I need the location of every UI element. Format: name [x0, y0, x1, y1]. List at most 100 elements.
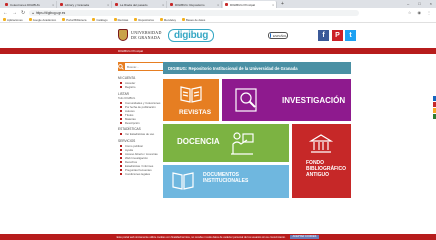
close-icon[interactable]: × — [107, 3, 109, 7]
tile-revistas[interactable]: REVISTAS — [163, 79, 219, 121]
close-window-icon[interactable]: × — [430, 1, 432, 6]
star-icon[interactable]: ☆ — [408, 10, 412, 15]
browser-tab[interactable]: La Riada del pasado × — [113, 1, 167, 8]
favicon-icon — [5, 3, 8, 6]
bullet-icon — [120, 113, 122, 116]
sidebar-item[interactable]: Ver Estadísticas de uso — [118, 132, 162, 136]
breadcrumb-bar: DIGIBUG Principal — [0, 48, 436, 54]
bullet-icon — [120, 86, 122, 88]
tile-label: REVISTAS — [179, 109, 212, 116]
favicon-icon — [225, 3, 228, 6]
tab-title: La Riada del pasado — [120, 2, 148, 7]
cookie-banner: Este portal web únicamente utiliza cooki… — [0, 234, 436, 240]
bookmark[interactable]: Google Académico — [28, 18, 56, 22]
minimize-icon[interactable]: – — [407, 1, 409, 6]
sidebar-item-label: Registro — [125, 85, 136, 89]
browser-tab[interactable]: Colecciones DIGIBUG × — [3, 1, 57, 8]
book-icon — [180, 86, 202, 103]
new-tab-button[interactable]: + — [281, 1, 284, 8]
favicon-icon — [115, 3, 118, 6]
bullet-icon — [120, 152, 122, 155]
bullet-icon — [120, 101, 122, 104]
extension-icon[interactable]: ◉ — [418, 10, 422, 15]
tab-title: DIGIBUG: Repositorio — [175, 2, 205, 7]
bookmark[interactable]: Revistas — [113, 17, 129, 22]
breadcrumb[interactable]: DIGIBUG Principal — [118, 48, 143, 54]
bookmark[interactable]: Repositorios — [134, 18, 154, 22]
bullet-icon — [120, 82, 122, 84]
bullet-icon — [120, 148, 122, 151]
tile-fondo-bibliografico[interactable]: FONDO BIBLIOGRÁFICO ANTIGUO — [292, 124, 351, 198]
close-icon[interactable]: × — [162, 3, 164, 7]
accept-cookies-button[interactable]: ACEPTAR COOKIES — [289, 235, 320, 239]
toolbar-icons: ☆ ◉ ⋮ — [408, 10, 431, 15]
pinterest-icon[interactable]: P — [332, 30, 343, 41]
university-crest-icon[interactable] — [118, 29, 128, 41]
digibug-logo[interactable]: digibug — [168, 29, 214, 42]
section-heading: Listar — [118, 91, 129, 96]
sidebar-item-label: Descripción — [125, 120, 140, 125]
section-heading: Mi cuenta — [118, 76, 136, 80]
bookmark[interactable]: Bases de datos — [182, 18, 205, 22]
bookmark[interactable]: Mendeley — [159, 17, 177, 22]
sidebar-item-label: Condiciones legales — [125, 171, 151, 176]
bullet-icon — [120, 105, 122, 108]
address-bar[interactable]: 🔒︎ https://digibug.ugr.es — [29, 9, 360, 16]
sidebar-item[interactable]: Registro — [118, 85, 162, 89]
tile-label: DOCENCIA — [177, 137, 220, 146]
sidebar-item[interactable]: Condiciones legales — [118, 172, 162, 176]
bullet-icon — [120, 117, 122, 120]
browser-tab[interactable]: Library y Granada × — [58, 1, 112, 8]
bookmark-label: Mendeley — [163, 17, 177, 22]
tab-title: Colecciones DIGIBUG — [10, 2, 40, 7]
bullet-icon — [120, 144, 122, 147]
reload-icon[interactable]: ↻ — [21, 10, 25, 16]
browser-toolbar: ← → ↻ 🔒︎ https://digibug.ugr.es — [0, 8, 436, 17]
bookmark-label: Revistas — [117, 17, 129, 22]
favicon-icon — [170, 3, 173, 6]
bullet-icon — [120, 156, 122, 159]
tile-label: INVESTIGACIÓN — [282, 96, 346, 105]
bookmark-label: Aplicaciones — [7, 17, 23, 22]
close-icon[interactable]: × — [272, 3, 274, 7]
twitter-icon[interactable]: t — [345, 30, 356, 41]
language-selector[interactable]: ESPAÑOL — [268, 32, 288, 39]
university-name-line: DE GRANADA — [131, 34, 161, 40]
close-icon[interactable]: × — [52, 3, 54, 7]
forward-icon[interactable]: → — [12, 10, 17, 16]
facebook-icon[interactable]: f — [318, 30, 329, 41]
bullet-icon — [120, 121, 122, 124]
menu-icon[interactable]: ⋮ — [427, 10, 431, 15]
bookmark-icon — [134, 18, 138, 21]
bookmark-label: Portal Biblioteca — [66, 17, 87, 22]
tile-investigacion[interactable]: INVESTIGACIÓN — [222, 79, 351, 121]
sidebar: Mi cuenta Acceder Registro Listar Todo D… — [118, 62, 174, 176]
university-name[interactable]: UNIVERSIDAD DE GRANADA — [131, 30, 162, 40]
tile-label: INSTITUCIONALES — [203, 177, 249, 184]
browser-window: Colecciones DIGIBUG × Library y Granada × … — [0, 0, 436, 240]
back-icon[interactable]: ← — [3, 10, 8, 16]
window-controls: – □ × — [407, 1, 432, 6]
tab-title: Library y Granada — [65, 2, 90, 7]
bookmark[interactable]: Portal Biblioteca — [62, 18, 86, 22]
tile-label: ANTIGUO — [306, 171, 330, 178]
teacher-icon — [231, 132, 254, 155]
bullet-icon — [120, 133, 122, 135]
bullet-icon — [120, 172, 122, 175]
bookmark[interactable]: Catálogo — [92, 17, 108, 22]
bookmark-label: Catálogo — [96, 17, 108, 22]
sidebar-item[interactable]: Descripción — [118, 121, 162, 125]
bookmark[interactable]: Aplicaciones — [3, 18, 23, 22]
section-heading: Servicios — [118, 138, 136, 143]
bullet-icon — [120, 109, 122, 112]
maximize-icon[interactable]: □ — [418, 1, 420, 6]
bookmark-icon — [28, 18, 32, 21]
browser-tab-active[interactable]: DIGIBUG Principal × — [223, 1, 277, 8]
cookie-text: Este portal web únicamente utiliza cooki… — [116, 235, 286, 239]
tile-documentos-institucionales[interactable]: DOCUMENTOS INSTITUCIONALES — [163, 165, 289, 198]
magnifier-document-icon — [235, 88, 257, 112]
close-icon[interactable]: × — [217, 3, 219, 7]
browser-tab[interactable]: DIGIBUG: Repositorio × — [168, 1, 222, 8]
tile-docencia[interactable]: DOCENCIA — [163, 124, 289, 162]
bookmark-label: Repositorios — [138, 17, 154, 22]
